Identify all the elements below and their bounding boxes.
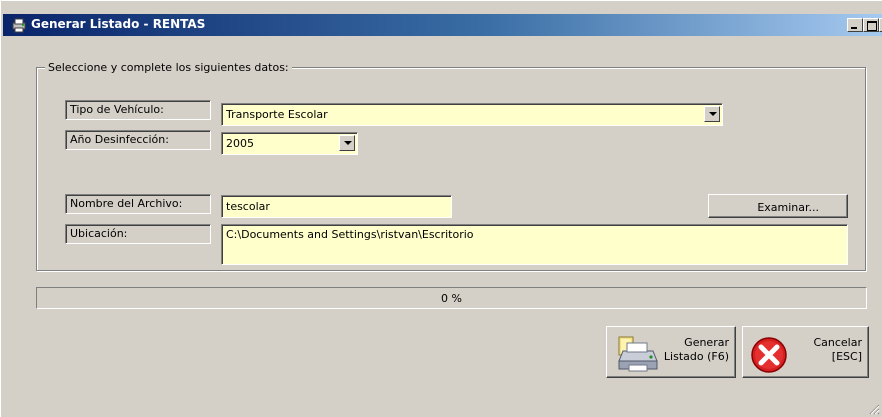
ubicacion-label: Ubicación:	[65, 224, 211, 244]
printer-app-icon	[12, 18, 26, 33]
groupbox-legend: Seleccione y complete los siguientes dat…	[45, 61, 292, 74]
generar-label-line1: Generar	[684, 336, 729, 349]
resize-grip-icon[interactable]	[868, 403, 880, 415]
generar-label-line2: Listado (F6)	[663, 350, 729, 363]
nombre-archivo-input[interactable]: tescolar	[221, 195, 452, 218]
tipo-vehiculo-value: Transporte Escolar	[226, 108, 328, 121]
anio-desinfeccion-label: Año Desinfección:	[65, 130, 211, 150]
cancelar-label-line2: [ESC]	[831, 350, 862, 363]
generar-listado-button[interactable]: Generar Listado (F6)	[606, 326, 736, 378]
maximize-icon	[867, 21, 877, 31]
ubicacion-input[interactable]: C:\Documents and Settings\ristvan\Escrit…	[221, 224, 848, 265]
chevron-down-icon[interactable]	[704, 106, 720, 122]
minimize-button[interactable]	[847, 18, 863, 32]
chevron-down-icon[interactable]	[339, 135, 355, 151]
progress-text: 0 %	[441, 292, 462, 305]
printer-icon	[618, 336, 658, 372]
anio-desinfeccion-value: 2005	[226, 137, 254, 150]
examinar-button[interactable]: Examinar...	[708, 194, 848, 218]
tipo-vehiculo-label: Tipo de Vehículo:	[65, 100, 211, 120]
tipo-vehiculo-select[interactable]: Transporte Escolar	[221, 103, 723, 126]
cancel-x-icon	[751, 337, 787, 373]
minimize-icon	[851, 27, 857, 29]
window-title: Generar Listado - RENTAS	[31, 17, 206, 31]
dialog-window: Generar Listado - RENTAS × Seleccione y …	[0, 0, 882, 417]
progress-bar: 0 %	[36, 287, 867, 309]
title-bar[interactable]: Generar Listado - RENTAS ×	[3, 14, 882, 36]
cancelar-label-line1: Cancelar	[813, 336, 862, 349]
maximize-button[interactable]	[863, 18, 879, 32]
cancelar-button[interactable]: Cancelar [ESC]	[742, 326, 869, 378]
anio-desinfeccion-select[interactable]: 2005	[221, 132, 358, 155]
nombre-archivo-label: Nombre del Archivo:	[65, 194, 211, 214]
